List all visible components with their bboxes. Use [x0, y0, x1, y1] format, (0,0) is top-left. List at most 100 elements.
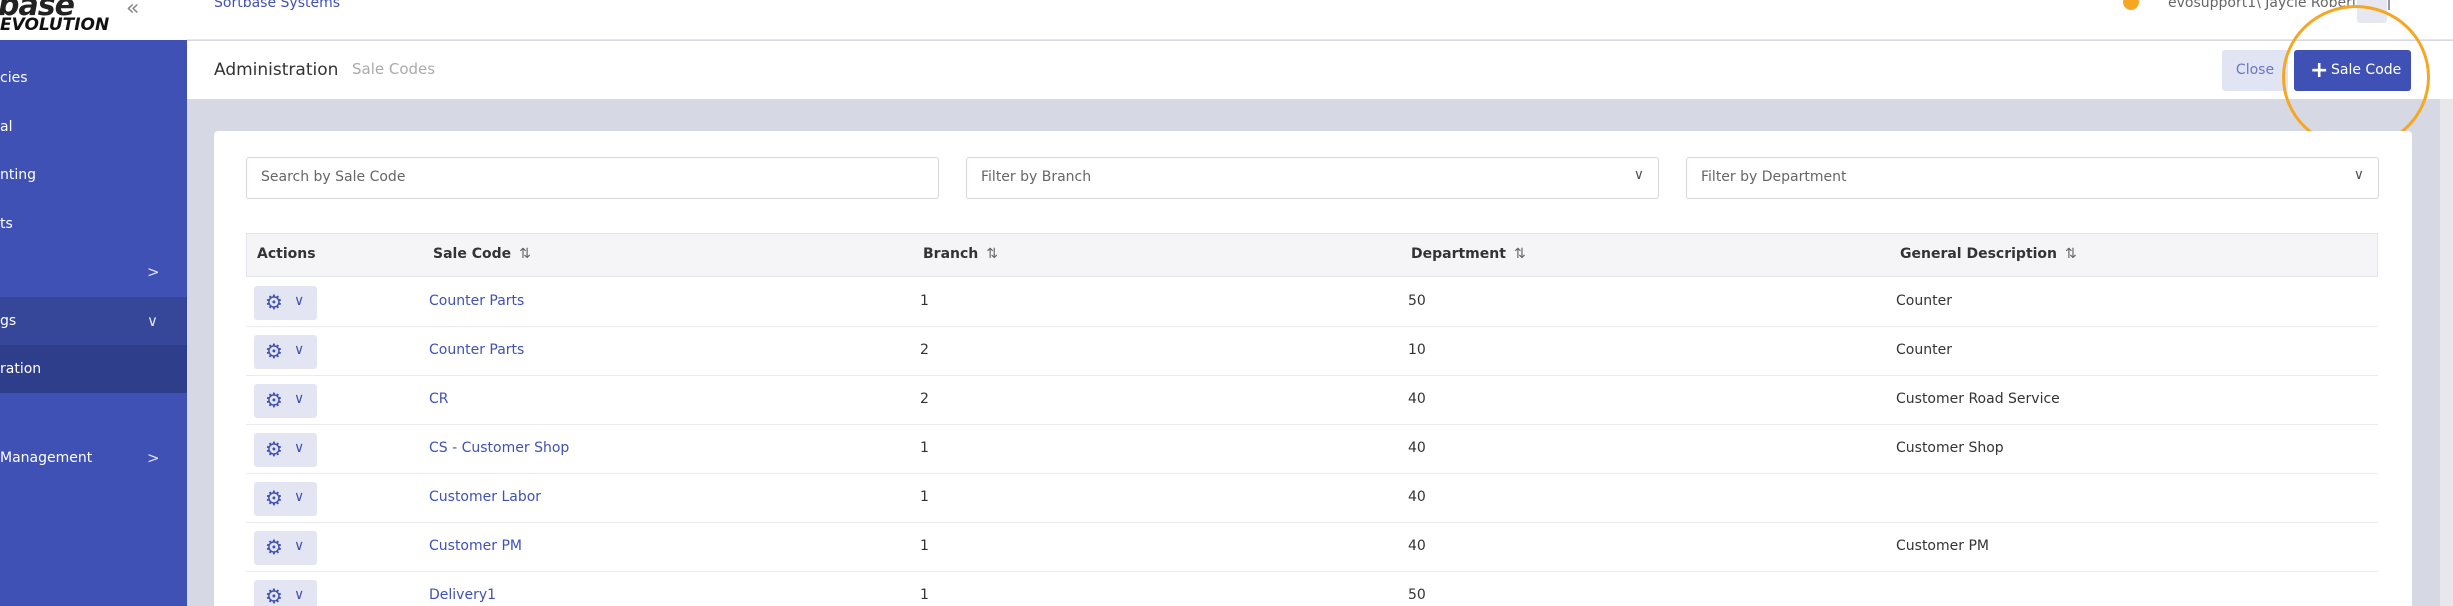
chevron-down-icon: ∨ — [294, 538, 305, 554]
chevron-right-icon: > — [147, 263, 160, 281]
chevron-down-icon: ∨ — [294, 440, 305, 456]
department-cell: 50 — [1408, 293, 1426, 309]
user-status-icon — [2123, 0, 2139, 10]
row-actions-button[interactable]: ⚙ ∨ — [254, 335, 317, 369]
department-cell: 40 — [1408, 391, 1426, 407]
branch-cell: 1 — [920, 538, 929, 554]
sidebar-item-6[interactable]: ration — [0, 345, 187, 393]
header-general-description[interactable]: General Description ⇅ — [1900, 246, 2077, 262]
description-cell: Customer Shop — [1896, 440, 2004, 456]
branch-cell: 2 — [920, 342, 929, 358]
sale-code-link[interactable]: Counter Parts — [429, 293, 524, 309]
row-actions-button[interactable]: ⚙ ∨ — [254, 580, 317, 606]
sale-code-link[interactable]: CR — [429, 391, 449, 407]
gear-icon: ⚙ — [265, 486, 283, 510]
department-cell: 10 — [1408, 342, 1426, 358]
description-cell: Counter — [1896, 342, 1952, 358]
branch-cell: 1 — [920, 587, 929, 603]
sidebar-item-label: nting — [0, 167, 37, 183]
gear-icon: ⚙ — [265, 388, 283, 412]
table-row: ⚙ ∨ Counter Parts 1 50 Counter — [246, 278, 2378, 327]
department-cell: 40 — [1408, 440, 1426, 456]
branch-cell: 1 — [920, 489, 929, 505]
chevron-down-icon: ∨ — [1633, 167, 1644, 183]
company-name: Sortbase Systems — [214, 0, 341, 11]
sort-icon[interactable]: ⇅ — [2065, 246, 2077, 262]
department-filter-select[interactable]: Filter by Department ∨ — [1686, 157, 2379, 199]
close-button[interactable]: Close — [2222, 50, 2288, 91]
header-sale-code[interactable]: Sale Code ⇅ — [433, 246, 531, 262]
page-header: Administration Sale Codes Close + Sale C… — [187, 41, 2453, 99]
sidebar-item-5[interactable]: gs ∨ — [0, 297, 187, 345]
row-actions-button[interactable]: ⚙ ∨ — [254, 433, 317, 467]
row-actions-button[interactable]: ⚙ ∨ — [254, 482, 317, 516]
sidebar-item-label: ration — [0, 361, 42, 377]
sidebar: base EVOLUTION « cies al nting ts > gs ∨… — [0, 0, 187, 606]
gear-icon: ⚙ — [265, 437, 283, 461]
table-header: Actions Sale Code ⇅ Branch ⇅ Department ⇅ G… — [246, 233, 2378, 277]
sort-icon[interactable]: ⇅ — [519, 246, 531, 262]
breadcrumb: Sale Codes — [352, 60, 436, 78]
sidebar-item-1[interactable]: al — [0, 103, 187, 151]
sidebar-item-label: al — [0, 119, 13, 135]
header-department[interactable]: Department ⇅ — [1411, 246, 1526, 262]
branch-cell: 1 — [920, 440, 929, 456]
chevron-down-icon: ∨ — [294, 391, 305, 407]
chevron-down-icon: ∨ — [147, 312, 158, 330]
sort-icon[interactable]: ⇅ — [986, 246, 998, 262]
header-actions: Actions — [257, 246, 316, 262]
sidebar-item-0[interactable]: cies — [0, 54, 187, 102]
table-row: ⚙ ∨ Customer PM 1 40 Customer PM — [246, 523, 2378, 572]
divider — [2388, 0, 2390, 10]
gear-icon: ⚙ — [265, 535, 283, 559]
sidebar-item-2[interactable]: nting — [0, 151, 187, 199]
table-row: ⚙ ∨ Delivery1 1 50 — [246, 572, 2378, 606]
sale-code-link[interactable]: CS - Customer Shop — [429, 440, 569, 456]
logo: base EVOLUTION « — [0, 0, 187, 40]
header-branch[interactable]: Branch ⇅ — [923, 246, 998, 262]
sort-icon[interactable]: ⇅ — [1514, 246, 1526, 262]
table-row: ⚙ ∨ Counter Parts 2 10 Counter — [246, 327, 2378, 376]
description-cell: Customer PM — [1896, 538, 1989, 554]
department-cell: 40 — [1408, 538, 1426, 554]
department-cell: 50 — [1408, 587, 1426, 603]
department-filter-placeholder: Filter by Department — [1701, 169, 1847, 185]
sidebar-item-3[interactable]: ts — [0, 200, 187, 248]
sale-code-link[interactable]: Customer PM — [429, 538, 522, 554]
row-actions-button[interactable]: ⚙ ∨ — [254, 384, 317, 418]
gear-icon: ⚙ — [265, 584, 283, 606]
department-cell: 40 — [1408, 489, 1426, 505]
search-input[interactable]: Search by Sale Code — [246, 157, 939, 199]
chevron-down-icon: ∨ — [294, 342, 305, 358]
sidebar-item-label: Management — [0, 450, 93, 466]
sale-codes-card: Search by Sale Code Filter by Branch ∨ F… — [214, 131, 2412, 606]
scrollbar[interactable] — [2440, 99, 2453, 606]
gear-icon: ⚙ — [265, 339, 283, 363]
table-row: ⚙ ∨ Customer Labor 1 40 — [246, 474, 2378, 523]
chevron-down-icon: ∨ — [294, 489, 305, 505]
branch-cell: 1 — [920, 293, 929, 309]
collapse-sidebar-icon[interactable]: « — [126, 0, 139, 21]
sale-code-link[interactable]: Delivery1 — [429, 587, 496, 603]
sidebar-item-7[interactable]: Management > — [0, 434, 187, 482]
row-actions-button[interactable]: ⚙ ∨ — [254, 286, 317, 320]
sidebar-item-4[interactable]: > — [0, 248, 187, 296]
sidebar-item-label: gs — [0, 313, 17, 329]
table-row: ⚙ ∨ CR 2 40 Customer Road Service — [246, 376, 2378, 425]
page-title: Administration — [214, 60, 339, 80]
gear-icon: ⚙ — [265, 290, 283, 314]
highlight-circle — [2282, 5, 2430, 149]
row-actions-button[interactable]: ⚙ ∨ — [254, 531, 317, 565]
sale-code-link[interactable]: Counter Parts — [429, 342, 524, 358]
description-cell: Customer Road Service — [1896, 391, 2060, 407]
chevron-down-icon: ∨ — [2353, 167, 2364, 183]
sidebar-item-label: ts — [0, 216, 13, 232]
branch-filter-select[interactable]: Filter by Branch ∨ — [966, 157, 1659, 199]
search-placeholder: Search by Sale Code — [261, 169, 406, 185]
branch-cell: 2 — [920, 391, 929, 407]
sidebar-item-label: cies — [0, 70, 28, 86]
description-cell: Counter — [1896, 293, 1952, 309]
logo-text-bottom: EVOLUTION — [0, 15, 110, 35]
sale-code-link[interactable]: Customer Labor — [429, 489, 541, 505]
table-row: ⚙ ∨ CS - Customer Shop 1 40 Customer Shop — [246, 425, 2378, 474]
